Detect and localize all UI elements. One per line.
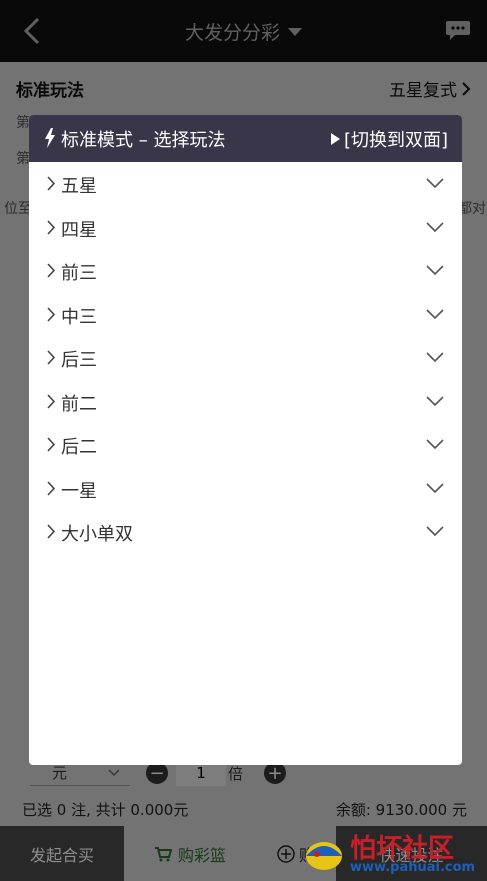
category-label: 前二 bbox=[61, 393, 97, 415]
chevron-right-icon bbox=[47, 524, 56, 539]
chevron-right-icon bbox=[47, 176, 56, 191]
switch-to-double-button[interactable]: [切换到双面] bbox=[330, 126, 448, 152]
category-label: 五星 bbox=[61, 176, 97, 197]
category-label: 一星 bbox=[61, 480, 97, 502]
modal-title: 标准模式 – 选择玩法 bbox=[61, 130, 226, 151]
category-label: 后三 bbox=[61, 350, 97, 371]
category-label: 中三 bbox=[61, 306, 97, 328]
list-item[interactable]: 前二 bbox=[29, 380, 462, 424]
category-label: 大小单双 bbox=[61, 524, 133, 545]
category-label: 后二 bbox=[61, 437, 97, 458]
list-item[interactable]: 前三 bbox=[29, 249, 462, 293]
category-label: 前三 bbox=[61, 263, 97, 284]
chevron-right-icon bbox=[47, 219, 56, 235]
play-selection-modal: 标准模式 – 选择玩法 [切换到双面] 五星 四星 前三 中三 后三 前二 后二… bbox=[29, 115, 462, 765]
chevron-down-icon bbox=[426, 178, 444, 189]
chevron-down-icon bbox=[426, 221, 444, 232]
chevron-down-icon bbox=[426, 526, 444, 537]
watermark-logo-icon bbox=[306, 842, 342, 870]
list-item[interactable]: 大小单双 bbox=[29, 510, 462, 554]
chevron-down-icon bbox=[426, 482, 444, 493]
modal-header: 标准模式 – 选择玩法 [切换到双面] bbox=[29, 115, 462, 162]
watermark-url: www.pahuai.com bbox=[350, 860, 476, 875]
chevron-down-icon bbox=[426, 439, 444, 450]
chevron-down-icon bbox=[426, 265, 444, 276]
play-category-list: 五星 四星 前三 中三 后三 前二 后二 一星 大小单双 bbox=[29, 162, 462, 554]
list-item[interactable]: 中三 bbox=[29, 293, 462, 337]
list-item[interactable]: 后三 bbox=[29, 336, 462, 380]
watermark: 怕坏社区 www.pahuai.com bbox=[300, 826, 487, 881]
chevron-right-icon bbox=[47, 480, 56, 496]
category-label: 四星 bbox=[61, 219, 97, 241]
chevron-down-icon bbox=[426, 308, 444, 319]
list-item[interactable]: 后二 bbox=[29, 423, 462, 467]
chevron-down-icon bbox=[426, 352, 444, 363]
list-item[interactable]: 一星 bbox=[29, 467, 462, 511]
list-item[interactable]: 五星 bbox=[29, 162, 462, 206]
chevron-right-icon bbox=[47, 306, 56, 322]
play-triangle-icon bbox=[330, 133, 340, 145]
chevron-right-icon bbox=[47, 350, 56, 365]
lightning-icon bbox=[45, 128, 55, 148]
chevron-right-icon bbox=[47, 437, 56, 452]
chevron-down-icon bbox=[426, 395, 444, 406]
chevron-right-icon bbox=[47, 263, 56, 278]
chevron-right-icon bbox=[47, 393, 56, 409]
list-item[interactable]: 四星 bbox=[29, 206, 462, 250]
switch-label: [切换到双面] bbox=[343, 130, 448, 151]
